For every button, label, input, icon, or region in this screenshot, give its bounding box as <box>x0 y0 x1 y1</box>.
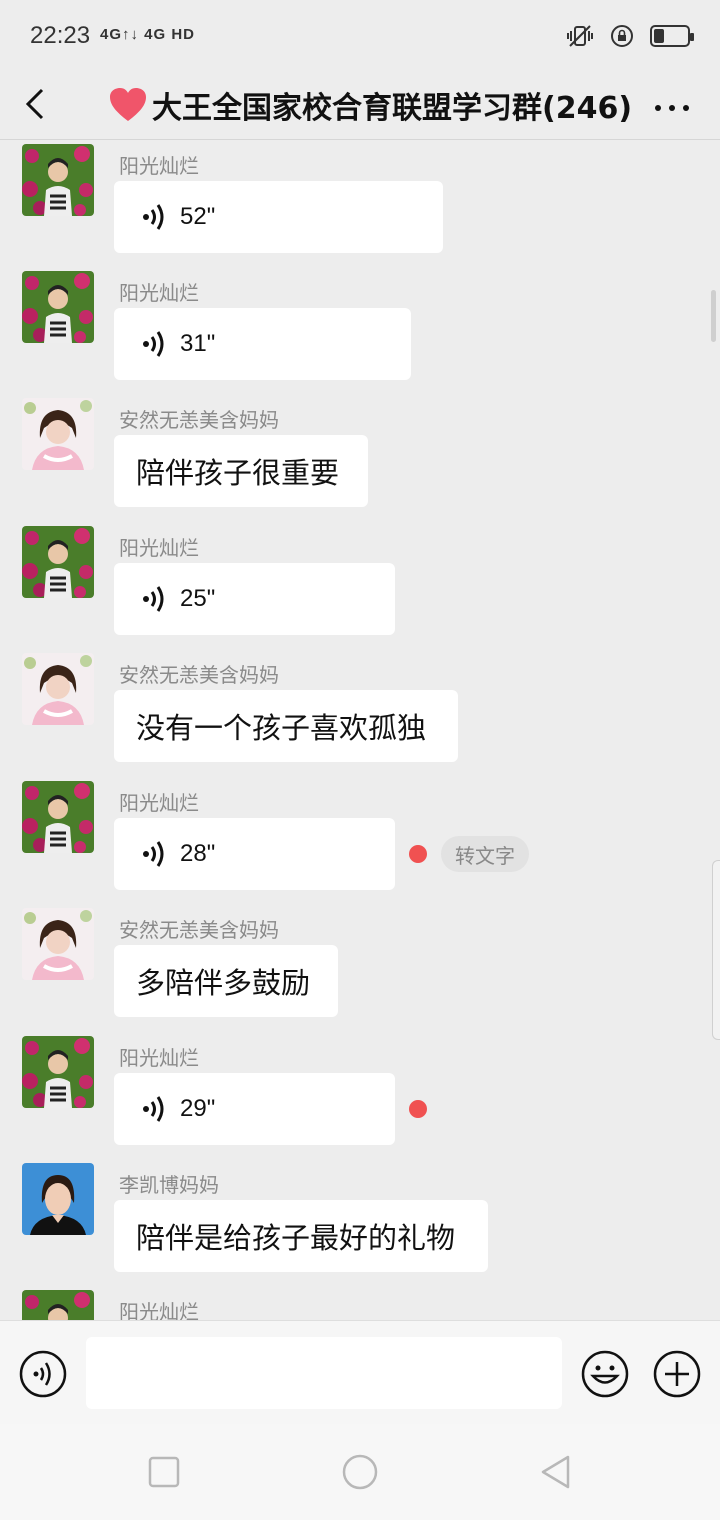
message-input[interactable] <box>86 1337 562 1409</box>
sender-name: 安然无恙美含妈妈 <box>119 918 279 942</box>
message-text: 陪伴孩子很重要 <box>136 456 340 490</box>
rotation-lock-icon <box>611 25 633 47</box>
message-row: 阳光灿烂 52" <box>22 144 702 274</box>
group-name: 大王全国家校合育联盟学习群(246) <box>152 91 633 126</box>
heart-icon <box>110 88 146 121</box>
back-nav-icon[interactable] <box>538 1454 574 1490</box>
voice-duration: 31" <box>180 330 216 357</box>
unread-dot <box>409 1100 427 1118</box>
voice-message-bubble[interactable]: 28" <box>114 818 395 890</box>
voice-wave-icon <box>143 331 164 357</box>
voice-wave-icon <box>143 1096 164 1122</box>
message-row: 李凯博妈妈 陪伴是给孩子最好的礼物 <box>22 1163 702 1293</box>
text-message-bubble[interactable]: 多陪伴多鼓励 <box>114 945 338 1017</box>
voice-duration: 52" <box>180 203 216 230</box>
battery-icon <box>650 25 694 47</box>
sender-name: 阳光灿烂 <box>119 1300 199 1320</box>
message-text: 陪伴是给孩子最好的礼物 <box>136 1221 456 1255</box>
voice-wave-icon <box>143 586 164 612</box>
message-row: 阳光灿烂 31" <box>22 271 702 401</box>
sender-name: 安然无恙美含妈妈 <box>119 663 279 687</box>
voice-duration: 29" <box>180 1095 216 1122</box>
message-row: 安然无恙美含妈妈 多陪伴多鼓励 <box>22 908 702 1038</box>
voice-message-bubble[interactable]: 52" <box>114 181 443 253</box>
message-row: 阳光灿烂 28" 转文字 <box>22 781 702 911</box>
unread-dot <box>409 845 427 863</box>
side-edge-handle[interactable] <box>712 860 720 1040</box>
transcribe-button[interactable]: 转文字 <box>441 836 529 872</box>
message-row: 阳光灿烂 <box>22 1290 702 1320</box>
voice-duration: 28" <box>180 840 216 867</box>
girl-avatar[interactable] <box>22 653 94 725</box>
back-icon[interactable] <box>18 80 58 128</box>
text-message-bubble[interactable]: 没有一个孩子喜欢孤独 <box>114 690 458 762</box>
girl-avatar[interactable] <box>22 398 94 470</box>
system-nav-bar <box>0 1424 720 1520</box>
plus-icon[interactable] <box>652 1349 702 1399</box>
emoji-icon[interactable] <box>580 1349 630 1399</box>
message-text: 多陪伴多鼓励 <box>136 966 311 1000</box>
home-icon[interactable] <box>342 1454 378 1490</box>
voice-wave-icon <box>143 841 164 867</box>
scrollbar-thumb[interactable] <box>711 290 716 342</box>
message-row: 阳光灿烂 25" <box>22 526 702 656</box>
voice-message-bubble[interactable]: 29" <box>114 1073 395 1145</box>
sender-name: 阳光灿烂 <box>119 281 199 305</box>
sender-name: 阳光灿烂 <box>119 154 199 178</box>
message-list[interactable]: 阳光灿烂 52" 阳光灿烂 31" 安然无恙美含妈妈 陪伴孩子很重要 阳光灿烂 … <box>0 140 720 1320</box>
status-bar: 22:23 4G↑↓ 4G HD <box>0 0 720 72</box>
sender-name: 李凯博妈妈 <box>119 1173 219 1197</box>
message-text: 没有一个孩子喜欢孤独 <box>136 711 427 745</box>
girl-avatar[interactable] <box>22 908 94 980</box>
flowers-avatar[interactable] <box>22 144 94 216</box>
flowers-avatar[interactable] <box>22 526 94 598</box>
vibrate-icon <box>567 25 593 47</box>
voice-message-bubble[interactable]: 25" <box>114 563 395 635</box>
flowers-avatar[interactable] <box>22 271 94 343</box>
voice-wave-icon <box>143 204 164 230</box>
message-row: 安然无恙美含妈妈 没有一个孩子喜欢孤独 <box>22 653 702 783</box>
text-message-bubble[interactable]: 陪伴是给孩子最好的礼物 <box>114 1200 488 1272</box>
sender-name: 阳光灿烂 <box>119 1046 199 1070</box>
flowers-avatar[interactable] <box>22 1036 94 1108</box>
recent-apps-icon[interactable] <box>146 1454 182 1490</box>
chat-title: 大王全国家校合育联盟学习群(246) <box>108 80 632 130</box>
more-options-icon[interactable] <box>650 84 694 124</box>
input-bar <box>0 1320 720 1424</box>
voice-message-bubble[interactable]: 31" <box>114 308 411 380</box>
message-row: 阳光灿烂 29" <box>22 1036 702 1166</box>
sender-name: 阳光灿烂 <box>119 536 199 560</box>
voice-duration: 25" <box>180 585 216 612</box>
text-message-bubble[interactable]: 陪伴孩子很重要 <box>114 435 368 507</box>
sender-name: 阳光灿烂 <box>119 791 199 815</box>
chat-header: 大王全国家校合育联盟学习群(246) <box>0 72 720 140</box>
message-row: 安然无恙美含妈妈 陪伴孩子很重要 <box>22 398 702 528</box>
portrait-avatar[interactable] <box>22 1163 94 1235</box>
sender-name: 安然无恙美含妈妈 <box>119 408 279 432</box>
signal-indicator: 4G↑↓ 4G HD <box>100 26 196 43</box>
flowers-avatar[interactable] <box>22 1290 94 1320</box>
voice-input-icon[interactable] <box>18 1349 68 1399</box>
flowers-avatar[interactable] <box>22 781 94 853</box>
status-time: 22:23 <box>30 22 91 49</box>
